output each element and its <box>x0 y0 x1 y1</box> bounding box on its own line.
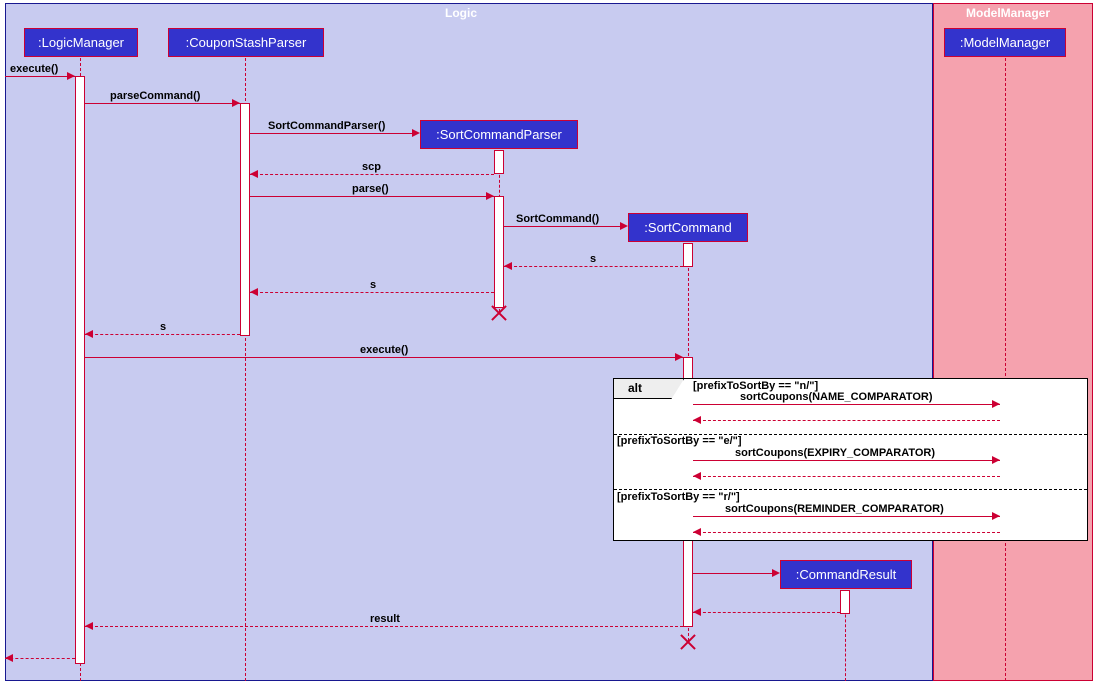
msg-s-return3: s <box>160 321 166 333</box>
arrow-execute2 <box>85 357 683 358</box>
destroy-sortcommand <box>680 634 696 650</box>
arrowhead-s-return1 <box>504 262 512 270</box>
arrow-sortexpiry <box>693 460 1000 461</box>
arrowhead-sortname <box>992 400 1000 408</box>
arrowhead-execute-in <box>67 72 75 80</box>
arrow-sortreminder <box>693 516 1000 517</box>
msg-result: result <box>370 613 400 625</box>
arrowhead-sortexpiry <box>992 456 1000 464</box>
arrow-return-out <box>5 658 75 659</box>
msg-sortname: sortCoupons(NAME_COMPARATOR) <box>740 391 933 403</box>
arrow-commandresult-ctor <box>693 573 778 574</box>
participant-sortcommand: :SortCommand <box>628 213 748 242</box>
arrow-sortreminder-return <box>693 532 1000 533</box>
msg-execute-in: execute() <box>10 63 58 75</box>
arrow-result <box>85 626 683 627</box>
arrow-sortname-return <box>693 420 1000 421</box>
arrow-parsecommand <box>85 103 240 104</box>
destroy-sortcommandparser <box>491 305 507 321</box>
msg-s-return1: s <box>590 253 596 265</box>
arrowhead-parsecommand <box>232 99 240 107</box>
arrow-sc-ctor <box>504 226 626 227</box>
arrowhead-parse <box>486 192 494 200</box>
arrowhead-sortreminder-return <box>693 528 701 536</box>
modelmanager-frame <box>933 3 1093 681</box>
diagram-canvas: Logic ModelManager :LogicManager :Coupon… <box>0 0 1098 686</box>
msg-parsecommand: parseCommand() <box>110 90 200 102</box>
alt-tab <box>614 379 684 399</box>
msg-sc-ctor: SortCommand() <box>516 213 599 225</box>
arrow-scp-ctor <box>250 133 418 134</box>
alt-guard-2: [prefixToSortBy == "e/"] <box>617 435 742 447</box>
arrowhead-return-out <box>5 654 13 662</box>
participant-modelmanager: :ModelManager <box>944 28 1066 57</box>
arrow-sortname <box>693 404 1000 405</box>
arrowhead-s-return2 <box>250 288 258 296</box>
arrowhead-scp-return <box>250 170 258 178</box>
msg-sortexpiry: sortCoupons(EXPIRY_COMPARATOR) <box>735 447 935 459</box>
participant-logicmanager: :LogicManager <box>24 28 138 57</box>
arrow-scp-return <box>250 174 494 175</box>
alt-guard-3: [prefixToSortBy == "r/"] <box>617 491 740 503</box>
activation-commandresult <box>840 590 850 614</box>
participant-sortcommandparser: :SortCommandParser <box>420 120 578 149</box>
arrow-commandresult-return <box>693 612 840 613</box>
arrowhead-commandresult-ctor <box>772 569 780 577</box>
activation-logicmanager <box>75 76 85 664</box>
arrowhead-commandresult-return <box>693 608 701 616</box>
msg-sortreminder: sortCoupons(REMINDER_COMPARATOR) <box>725 503 944 515</box>
participant-commandresult: :CommandResult <box>780 560 912 589</box>
arrow-parse <box>250 196 494 197</box>
activation-sortcommandparser-parse <box>494 196 504 308</box>
arrowhead-sortexpiry-return <box>693 472 701 480</box>
arrowhead-sortname-return <box>693 416 701 424</box>
msg-execute2: execute() <box>360 344 408 356</box>
msg-scp-ctor: SortCommandParser() <box>268 120 385 132</box>
arrowhead-execute2 <box>675 353 683 361</box>
arrow-s-return3 <box>85 334 240 335</box>
activation-sortcommandparser-ctor <box>494 150 504 174</box>
activation-couponstashparser <box>240 103 250 336</box>
arrow-s-return1 <box>504 266 683 267</box>
arrow-sortexpiry-return <box>693 476 1000 477</box>
modelmanager-frame-label: ModelManager <box>966 6 1050 20</box>
arrowhead-scp-ctor <box>412 129 420 137</box>
arrow-s-return2 <box>250 292 494 293</box>
alt-label: alt <box>628 381 642 395</box>
msg-parse: parse() <box>352 183 389 195</box>
participant-couponstashparser: :CouponStashParser <box>168 28 324 57</box>
arrowhead-result <box>85 622 93 630</box>
activation-sortcommand-ctor <box>683 243 693 267</box>
msg-scp-return: scp <box>362 161 381 173</box>
lifeline-modelmanager <box>1005 58 1006 681</box>
arrowhead-sortreminder <box>992 512 1000 520</box>
arrowhead-sc-ctor <box>620 222 628 230</box>
msg-s-return2: s <box>370 279 376 291</box>
arrowhead-s-return3 <box>85 330 93 338</box>
logic-frame-label: Logic <box>445 6 477 20</box>
arrow-execute-in <box>5 76 75 77</box>
alt-sep-2 <box>614 489 1087 490</box>
